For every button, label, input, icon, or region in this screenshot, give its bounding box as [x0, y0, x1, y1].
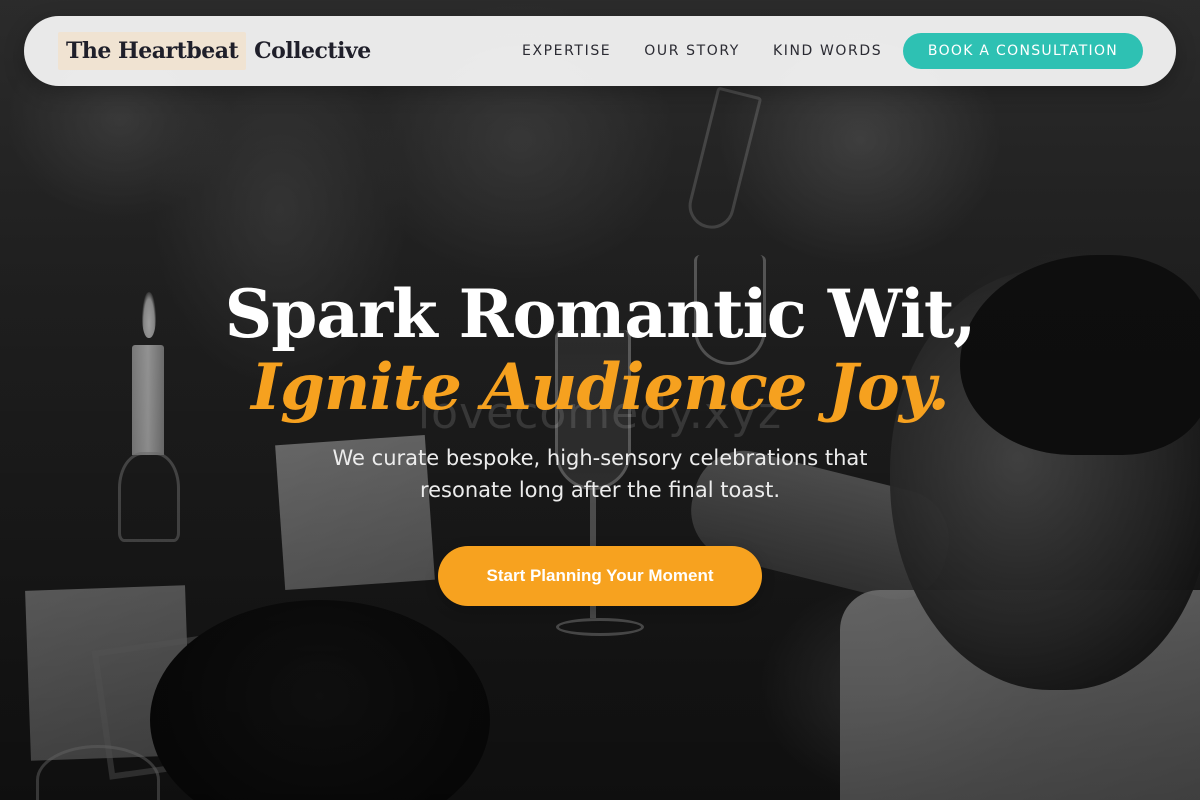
nav-link-our-story[interactable]: OUR STORY — [644, 43, 740, 59]
hero-title: Spark Romantic Wit, — [224, 275, 977, 353]
book-consultation-button[interactable]: BOOK A CONSULTATION — [903, 33, 1143, 69]
nav-links: EXPERTISE OUR STORY KIND WORDS — [522, 16, 882, 86]
hero-subtitle: We curate bespoke, high-sensory celebrat… — [332, 446, 868, 502]
hero-title-accent: Ignite Audience Joy. — [251, 350, 950, 425]
nav-link-expertise[interactable]: EXPERTISE — [522, 43, 611, 59]
nav-link-kind-words[interactable]: KIND WORDS — [773, 43, 882, 59]
brand-name-rest: Collective — [254, 38, 371, 64]
brand-logo[interactable]: The Heartbeat Collective — [58, 30, 371, 72]
brand-name-highlighted: The Heartbeat — [58, 32, 247, 70]
start-planning-button[interactable]: Start Planning Your Moment — [438, 546, 762, 606]
top-navbar: The Heartbeat Collective EXPERTISE OUR S… — [24, 16, 1176, 86]
